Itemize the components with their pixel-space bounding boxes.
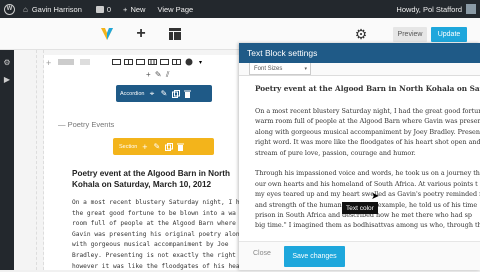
text-block-settings-modal: Text Block settings Font Sizes ▾ Poetry … [239, 43, 480, 270]
templates-icon[interactable] [165, 24, 185, 44]
modal-title: Text Block settings [247, 48, 318, 58]
settings-gear-icon[interactable]: ⚙ [351, 24, 371, 44]
admin-sidebar: ⚙ ▶ [0, 50, 14, 270]
edit-module-icon[interactable]: ✎ [155, 70, 162, 79]
row-add-icon[interactable]: + [46, 58, 51, 68]
plus-icon: + [123, 4, 128, 14]
row-handle-icon[interactable] [58, 59, 74, 65]
editor-heading: Poetry event at the Algood Barn in North… [255, 84, 480, 93]
accordion-label: Accordion [120, 90, 145, 97]
builder-logo-icon[interactable] [97, 24, 117, 44]
modal-header: Text Block settings [239, 43, 480, 63]
accordion-delete-icon[interactable] [183, 89, 192, 98]
admin-bar: W ⌂ Gavin Harrison 0 + New View Page How… [0, 0, 480, 18]
section-label: Section [119, 143, 138, 150]
comments-count: 0 [106, 4, 112, 14]
preview-button[interactable]: Preview [393, 27, 427, 42]
add-module-icon[interactable]: + [146, 70, 151, 79]
section-module-bar[interactable]: Section + ✎ [113, 138, 214, 155]
accordion-duplicate-icon[interactable] [171, 89, 180, 98]
editor-toolbar: Font Sizes ▾ [239, 63, 480, 76]
text-block-preview[interactable]: Poetry event at the Algood Barn in North… [72, 168, 250, 272]
accordion-move-icon[interactable]: ⌖ [147, 89, 156, 98]
home-icon: ⌂ [23, 4, 28, 14]
update-button[interactable]: Update [431, 27, 467, 42]
module-tools: ▾ [112, 56, 208, 68]
close-button[interactable]: Close [253, 250, 271, 257]
section-edit-icon[interactable]: ✎ [152, 142, 161, 151]
comments-link[interactable]: 0 [95, 4, 112, 14]
modal-footer: Close Save changes [239, 241, 480, 270]
sidebar-gear-icon[interactable]: ⚙ [0, 55, 14, 69]
view-page-link[interactable]: View Page [157, 5, 193, 14]
text-color-tooltip: Text color [342, 202, 378, 214]
layout-1-icon[interactable] [112, 58, 121, 67]
row-settings-icon[interactable] [80, 59, 90, 65]
new-label: New [130, 4, 146, 14]
accordion-edit-icon[interactable]: ✎ [159, 89, 168, 98]
layout-3-icon[interactable] [136, 58, 145, 67]
account-menu[interactable]: Howdy, Pol Stafford [396, 0, 462, 18]
section-duplicate-icon[interactable] [164, 142, 173, 151]
module-actions: + ✎ ⫽ [146, 70, 169, 80]
layout-4-icon[interactable] [148, 58, 157, 67]
save-changes-button[interactable]: Save changes [284, 246, 345, 267]
avatar[interactable] [466, 4, 476, 14]
wordpress-logo-icon[interactable]: W [4, 3, 15, 15]
canvas-text-body: On a most recent blustery Saturday night… [72, 199, 247, 270]
chevron-down-icon: ▾ [304, 65, 307, 72]
grid-line [36, 50, 37, 270]
section-delete-icon[interactable] [176, 142, 185, 151]
layout-6-icon[interactable] [172, 58, 181, 67]
color-circle-icon[interactable] [184, 58, 193, 67]
site-name-link[interactable]: ⌂ Gavin Harrison [23, 5, 82, 14]
accordion-module-bar[interactable]: Accordion ⌖ ✎ [116, 85, 212, 102]
columns-icon[interactable]: ⫽ [166, 70, 170, 79]
font-size-select-value: Font Sizes [254, 65, 283, 72]
new-content-link[interactable]: + New [123, 5, 145, 14]
canvas-text-title: Poetry event at the Algood Barn in North… [72, 169, 231, 189]
view-page-label: View Page [157, 4, 194, 14]
layout-5-icon[interactable] [160, 58, 169, 67]
howdy-text: Howdy, Pol Stafford [396, 4, 462, 14]
rich-text-editor[interactable]: Poetry event at the Algood Barn in North… [249, 76, 480, 241]
section-add-icon[interactable]: + [140, 142, 149, 152]
site-name-label: Gavin Harrison [31, 4, 82, 14]
chevron-down-icon[interactable]: ▾ [196, 58, 205, 67]
accordion-item-title[interactable]: — Poetry Events [58, 120, 114, 129]
sidebar-play-icon[interactable]: ▶ [0, 72, 14, 86]
comment-bubble-icon [95, 5, 104, 13]
font-size-select[interactable]: Font Sizes ▾ [249, 63, 311, 75]
mouse-cursor-icon: ➤ [371, 191, 380, 202]
add-icon[interactable]: + [131, 24, 151, 44]
layout-2-icon[interactable] [124, 58, 133, 67]
